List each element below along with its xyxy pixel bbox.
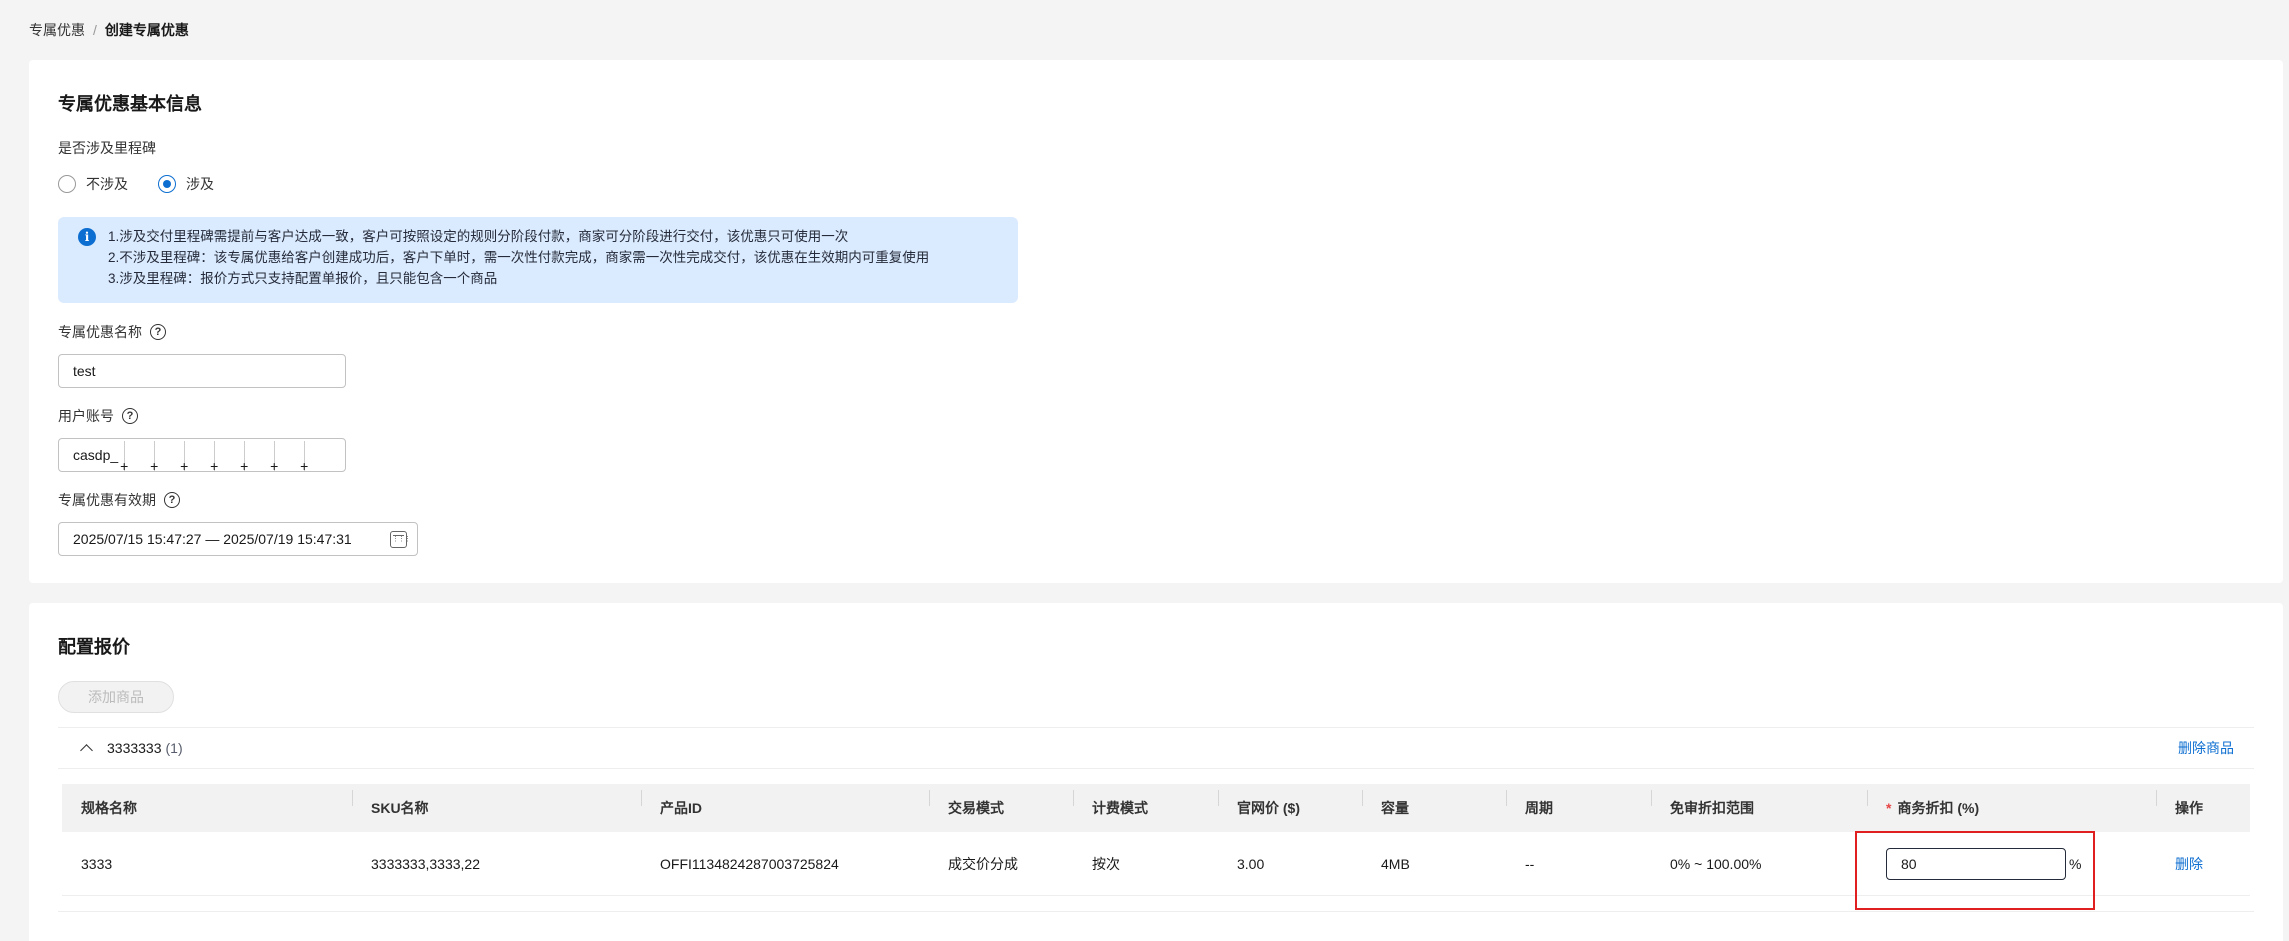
table-bottom-divider [58, 911, 2254, 912]
info-line-3: 3.涉及里程碑：报价方式只支持配置单报价，且只能包含一个商品 [108, 271, 498, 286]
cell-capacity: 4MB [1381, 855, 1410, 872]
info-icon: i [78, 228, 96, 246]
cell-range: 0% ~ 100.00% [1670, 855, 1762, 872]
col-product-id: 产品ID [641, 790, 929, 818]
validity-date-range-input[interactable]: 2025/07/15 15:47:27 — 2025/07/19 15:47:3… [58, 522, 418, 556]
cell-trade-mode: 成交价分成 [948, 855, 1018, 872]
info-line-1: 1.涉及交付里程碑需提前与客户达成一致，客户可按照设定的规则分阶段付款，商家可分… [108, 229, 849, 244]
basic-info-title: 专属优惠基本信息 [58, 94, 202, 114]
group-count: (1) [165, 740, 183, 756]
col-action: 操作 [2156, 790, 2250, 818]
milestone-label: 是否涉及里程碑 [58, 140, 156, 156]
pricing-card: 配置报价 添加商品 3333333 (1) 删除商品 规格名称 SKU名称 产品… [29, 603, 2283, 941]
cell-period: -- [1525, 855, 1535, 872]
help-icon[interactable]: ? [150, 324, 166, 340]
calendar-icon[interactable] [390, 531, 410, 548]
breadcrumb: 专属优惠 / 创建专属优惠 [29, 20, 189, 40]
user-account-input[interactable]: casdp_ [58, 438, 346, 474]
pricing-title: 配置报价 [58, 637, 130, 657]
cell-price: 3.00 [1237, 855, 1265, 872]
cell-billing-mode: 按次 [1092, 855, 1120, 872]
delete-row-link[interactable]: 删除 [2175, 854, 2203, 874]
col-price: 官网价 ($) [1218, 790, 1362, 818]
col-discount: * 商务折扣 (%) [1867, 790, 2156, 818]
breadcrumb-current: 创建专属优惠 [104, 22, 189, 38]
table-header: 规格名称 SKU名称 产品ID 交易模式 计费模式 官网价 ($) 容量 周期 … [62, 784, 2250, 832]
discount-unit: % [2069, 855, 2082, 872]
radio-involved[interactable]: 涉及 [158, 174, 214, 194]
promo-name-input[interactable]: test [58, 354, 346, 388]
cell-discount: 80 % [1867, 847, 2156, 880]
chevron-up-icon[interactable] [80, 743, 93, 757]
basic-info-card: 专属优惠基本信息 是否涉及里程碑 不涉及 涉及 i 1.涉及交付里程碑需提前与客… [29, 60, 2283, 583]
group-name: 3333333 [107, 740, 162, 756]
required-mark: * [1886, 800, 1892, 816]
help-icon[interactable]: ? [122, 408, 138, 424]
radio-not-involved[interactable]: 不涉及 [58, 174, 128, 194]
add-product-button[interactable]: 添加商品 [58, 681, 174, 713]
radio-unchecked-icon [58, 175, 76, 193]
col-trade-mode: 交易模式 [929, 790, 1073, 818]
info-line-2: 2.不涉及里程碑：该专属优惠给客户创建成功后，客户下单时，需一次性付款完成，商家… [108, 250, 930, 265]
pricing-table: 规格名称 SKU名称 产品ID 交易模式 计费模式 官网价 ($) 容量 周期 … [62, 784, 2250, 896]
col-range: 免审折扣范围 [1651, 790, 1867, 818]
breadcrumb-parent[interactable]: 专属优惠 [29, 20, 85, 40]
radio-checked-icon [158, 175, 176, 193]
discount-input[interactable]: 80 [1886, 847, 2066, 880]
user-account-label: 用户账号 ? [58, 406, 138, 426]
masked-characters [120, 439, 314, 474]
col-billing-mode: 计费模式 [1073, 790, 1218, 818]
validity-label: 专属优惠有效期 ? [58, 490, 180, 510]
promo-name-label: 专属优惠名称 ? [58, 322, 166, 342]
help-icon[interactable]: ? [164, 492, 180, 508]
milestone-radio-group: 不涉及 涉及 [58, 174, 214, 194]
milestone-info-box: i 1.涉及交付里程碑需提前与客户达成一致，客户可按照设定的规则分阶段付款，商家… [58, 217, 1018, 303]
cell-product-id: OFFI1134824287003725824 [660, 855, 839, 872]
cell-sku: 3333333,3333,22 [371, 855, 480, 872]
col-spec: 规格名称 [81, 800, 137, 816]
table-row: 3333 3333333,3333,22 OFFI113482428700372… [62, 832, 2250, 896]
delete-product-link[interactable]: 删除商品 [2178, 738, 2234, 758]
product-group-header[interactable]: 3333333 (1) 删除商品 [58, 727, 2254, 769]
breadcrumb-separator: / [93, 22, 97, 38]
col-sku: SKU名称 [352, 790, 641, 818]
col-period: 周期 [1506, 790, 1651, 818]
cell-spec: 3333 [81, 855, 113, 872]
col-capacity: 容量 [1362, 790, 1506, 818]
cell-action: 删除 [2156, 854, 2250, 874]
